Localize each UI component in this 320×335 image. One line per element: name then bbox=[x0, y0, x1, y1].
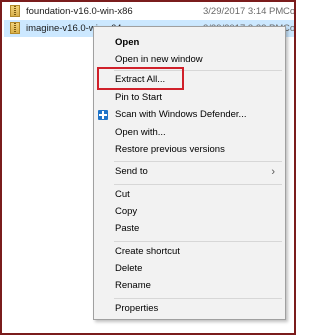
context-menu: Open Open in new window Extract All... P… bbox=[93, 26, 286, 320]
menu-item-open-with[interactable]: Open with... bbox=[94, 124, 285, 142]
menu-separator bbox=[114, 241, 282, 242]
menu-item-restore-versions[interactable]: Restore previous versions bbox=[94, 141, 285, 159]
menu-item-label: Open with... bbox=[115, 127, 166, 138]
menu-item-label: Properties bbox=[115, 303, 159, 314]
file-date: 3/29/2017 3:14 PM bbox=[203, 6, 284, 17]
menu-item-label: Restore previous versions bbox=[115, 144, 225, 155]
file-name: foundation-v16.0-win-x86 bbox=[26, 6, 133, 17]
menu-item-label: Delete bbox=[115, 263, 143, 274]
menu-separator bbox=[114, 184, 282, 185]
menu-item-extract-all[interactable]: Extract All... bbox=[94, 71, 285, 89]
menu-item-pin-to-start[interactable]: Pin to Start bbox=[94, 89, 285, 107]
menu-item-label: Cut bbox=[115, 189, 130, 200]
menu-item-label: Paste bbox=[115, 223, 140, 234]
file-row-foundation[interactable]: foundation-v16.0-win-x86 3/29/2017 3:14 … bbox=[4, 3, 296, 20]
menu-item-copy[interactable]: Copy bbox=[94, 203, 285, 221]
menu-item-open-new-window[interactable]: Open in new window bbox=[94, 51, 285, 69]
menu-item-cut[interactable]: Cut bbox=[94, 186, 285, 204]
menu-item-label: Rename bbox=[115, 280, 151, 291]
menu-item-send-to[interactable]: Send to › bbox=[94, 163, 285, 181]
menu-item-create-shortcut[interactable]: Create shortcut bbox=[94, 243, 285, 261]
file-type: Co bbox=[283, 6, 296, 17]
menu-item-label: Copy bbox=[115, 206, 138, 217]
menu-item-rename[interactable]: Rename bbox=[94, 277, 285, 295]
menu-item-label: Open in new window bbox=[115, 54, 203, 65]
menu-item-label: Pin to Start bbox=[115, 92, 162, 103]
menu-item-delete[interactable]: Delete bbox=[94, 260, 285, 278]
menu-item-paste[interactable]: Paste bbox=[94, 220, 285, 238]
menu-item-label: Extract All... bbox=[115, 74, 166, 85]
zip-folder-icon bbox=[10, 22, 20, 34]
menu-separator bbox=[114, 161, 282, 162]
menu-item-properties[interactable]: Properties bbox=[94, 300, 285, 318]
menu-item-label: Create shortcut bbox=[115, 246, 180, 257]
zip-folder-icon bbox=[10, 5, 20, 17]
menu-item-label: Scan with Windows Defender... bbox=[115, 109, 247, 120]
menu-item-label: Open bbox=[115, 37, 140, 48]
chevron-right-icon: › bbox=[271, 166, 275, 178]
windows-defender-icon bbox=[98, 110, 108, 120]
menu-item-scan-defender[interactable]: Scan with Windows Defender... bbox=[94, 106, 285, 124]
menu-item-open[interactable]: Open bbox=[94, 34, 285, 52]
menu-item-label: Send to bbox=[115, 166, 148, 177]
menu-separator bbox=[114, 298, 282, 299]
